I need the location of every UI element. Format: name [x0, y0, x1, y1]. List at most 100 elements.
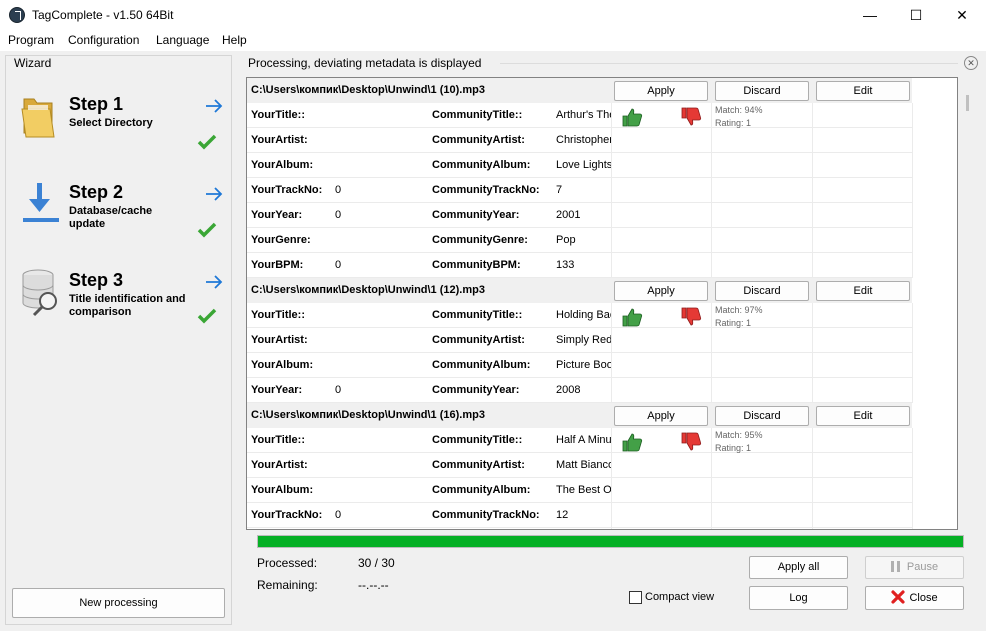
your-label: YourTitle:: — [251, 434, 305, 446]
scrollbar-thumb[interactable] — [966, 95, 969, 111]
community-label: CommunityAlbum: — [432, 484, 531, 496]
step-1-subtitle: Select Directory — [69, 117, 153, 129]
menu-help[interactable]: Help — [222, 33, 247, 47]
menu-language[interactable]: Language — [156, 33, 209, 47]
thumbs-up-icon[interactable] — [621, 307, 643, 327]
arrow-right-icon[interactable] — [205, 187, 223, 201]
discard-button[interactable]: Discard — [715, 406, 809, 426]
close-window-button[interactable]: ✕ — [939, 0, 985, 31]
community-label: CommunityAlbum: — [432, 159, 531, 171]
compact-view-checkbox[interactable] — [629, 591, 642, 604]
rating-value: Rating: 1 — [715, 118, 752, 128]
folder-icon — [21, 98, 55, 138]
apply-all-button[interactable]: Apply all — [749, 556, 848, 579]
discard-button[interactable]: Discard — [715, 81, 809, 101]
file-path: C:\Users\компик\Desktop\Unwind\1 (12).mp… — [251, 284, 485, 296]
community-label: CommunityTrackNo: — [432, 184, 540, 196]
file-path: C:\Users\компик\Desktop\Unwind\1 (10).mp… — [251, 84, 485, 96]
community-value: Simply Red — [556, 334, 611, 346]
app-icon — [9, 7, 25, 23]
pause-button[interactable]: Pause — [865, 556, 964, 579]
thumbs-up-icon[interactable] — [621, 432, 643, 452]
rating-value: Rating: 1 — [715, 443, 752, 453]
apply-button[interactable]: Apply — [614, 281, 708, 301]
your-label: YourBPM: — [251, 259, 304, 271]
community-value: 12 — [556, 509, 569, 521]
step-2-title: Step 2 — [69, 182, 124, 202]
step-3-title: Step 3 — [69, 270, 124, 290]
apply-button[interactable]: Apply — [614, 81, 708, 101]
community-label: CommunityTitle:: — [432, 434, 523, 446]
your-label: YourTitle:: — [251, 309, 305, 321]
community-value: Arthur's Theme — [556, 109, 611, 121]
your-label: YourArtist: — [251, 334, 308, 346]
new-processing-button[interactable]: New processing — [12, 588, 225, 618]
window-title: TagComplete - v1.50 64Bit — [32, 8, 174, 22]
community-label: CommunityArtist: — [432, 334, 525, 346]
arrow-right-icon[interactable] — [205, 99, 223, 113]
menu-bar: Program Configuration Language Help — [0, 31, 986, 51]
results-list[interactable]: C:\Users\компик\Desktop\Unwind\1 (10).mp… — [246, 77, 958, 530]
community-value: Holding Back the Years — [556, 309, 611, 321]
thumbs-up-icon[interactable] — [621, 107, 643, 127]
file-path: C:\Users\компик\Desktop\Unwind\1 (16).mp… — [251, 409, 485, 421]
your-value: 0 — [335, 509, 342, 521]
column-divider — [711, 103, 712, 278]
community-value: Pop — [556, 234, 576, 246]
maximize-button[interactable]: ☐ — [893, 0, 939, 31]
community-label: CommunityYear: — [432, 384, 520, 396]
file-header-row: C:\Users\компик\Desktop\Unwind\1 (10).mp… — [247, 78, 912, 103]
check-icon — [197, 308, 217, 324]
discard-button[interactable]: Discard — [715, 281, 809, 301]
column-divider — [611, 428, 612, 529]
column-divider — [711, 303, 712, 403]
match-percent: Match: 97% — [715, 305, 763, 315]
close-button[interactable]: Close — [865, 586, 964, 610]
pause-label: Pause — [906, 561, 939, 573]
arrow-right-icon[interactable] — [205, 275, 223, 289]
your-label: YourArtist: — [251, 134, 308, 146]
step-3-subtitle: Title identification and comparison — [69, 293, 186, 318]
your-label: YourTitle:: — [251, 109, 305, 121]
menu-program[interactable]: Program — [8, 33, 54, 47]
remaining-label: Remaining: — [257, 578, 318, 592]
your-label: YourGenre: — [251, 234, 311, 246]
community-value: The Best Of — [556, 484, 611, 496]
close-panel-icon[interactable]: ✕ — [964, 56, 978, 70]
close-label: Close — [909, 592, 938, 604]
thumbs-down-icon[interactable] — [680, 307, 702, 327]
edit-button[interactable]: Edit — [816, 81, 910, 101]
title-bar: TagComplete - v1.50 64Bit — ☐ ✕ — [0, 0, 986, 31]
rating-value: Rating: 1 — [715, 318, 752, 328]
thumbs-down-icon[interactable] — [680, 432, 702, 452]
community-value: Christopher Cross — [556, 134, 611, 146]
community-value: 2008 — [556, 384, 581, 396]
vertical-scrollbar[interactable] — [961, 78, 975, 529]
edit-button[interactable]: Edit — [816, 406, 910, 426]
check-icon — [197, 134, 217, 150]
red-x-icon — [891, 590, 906, 604]
community-value: Love Lights — [556, 159, 611, 171]
menu-configuration[interactable]: Configuration — [68, 33, 139, 47]
community-label: CommunityYear: — [432, 209, 520, 221]
community-label: CommunityGenre: — [432, 234, 528, 246]
step-1-title: Step 1 — [69, 94, 124, 114]
header-divider — [500, 63, 958, 64]
log-button[interactable]: Log — [749, 586, 848, 610]
community-value: Picture Book — [556, 359, 611, 371]
your-label: YourYear: — [251, 384, 303, 396]
processed-label: Processed: — [257, 556, 318, 570]
community-value: 7 — [556, 184, 563, 196]
your-label: YourAlbum: — [251, 359, 314, 371]
community-label: CommunityTitle:: — [432, 309, 523, 321]
your-label: YourTrackNo: — [251, 184, 323, 196]
your-label: YourArtist: — [251, 459, 308, 471]
edit-button[interactable]: Edit — [816, 281, 910, 301]
apply-button[interactable]: Apply — [614, 406, 708, 426]
thumbs-down-icon[interactable] — [680, 107, 702, 127]
minimize-button[interactable]: — — [847, 0, 893, 31]
column-divider — [812, 103, 813, 278]
column-divider — [812, 428, 813, 529]
progress-fill — [258, 536, 963, 547]
community-label: CommunityArtist: — [432, 134, 525, 146]
